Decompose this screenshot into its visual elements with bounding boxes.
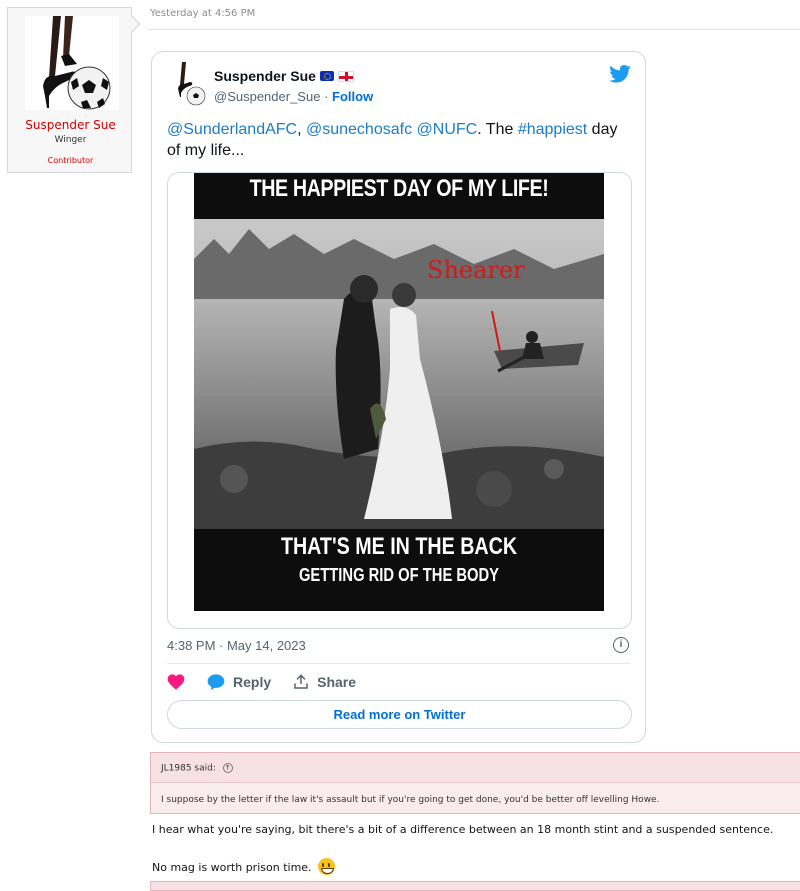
share-icon: [294, 674, 308, 689]
reply-label: Reply: [233, 674, 272, 690]
quote-block: JL1985 said: ↑ I suppose by the letter i…: [150, 752, 800, 814]
wedding-photo: [194, 219, 604, 529]
mention-link[interactable]: @SunderlandAFC: [167, 121, 297, 138]
hashtag-link[interactable]: #happiest: [518, 121, 587, 138]
meme-bottom-caption-1: THAT'S ME IN THE BACK: [280, 533, 518, 560]
avatar-image: [25, 16, 119, 110]
share-button[interactable]: Share: [293, 674, 356, 690]
tweet-text-part: . The: [477, 121, 518, 138]
user-card: Suspender Sue Winger Contributor: [7, 7, 141, 173]
tweet-text: @SunderlandAFC, @sunechosafc @NUFC. The …: [167, 119, 632, 161]
meme-bottom-caption-2: GETTING RID OF THE BODY: [298, 565, 500, 585]
post-divider: [148, 29, 800, 30]
mention-link[interactable]: @sunechosafc: [306, 121, 412, 138]
user-banner: Contributor: [47, 156, 94, 165]
card-arrow: [123, 15, 141, 33]
tweet-handle-row: @Suspender_Sue · Follow: [214, 89, 373, 104]
handle-separator: ·: [324, 89, 329, 104]
next-quote-block: [150, 881, 800, 891]
read-more-button[interactable]: Read more on Twitter: [167, 700, 632, 729]
tweet-display-name[interactable]: Suspender Sue: [214, 68, 354, 84]
tweet-media[interactable]: THE HAPPIEST DAY OF MY LIFE! Shearer THA…: [167, 172, 632, 629]
reply-button[interactable]: Reply: [207, 674, 271, 690]
tweet-date[interactable]: 4:38 PM · May 14, 2023: [167, 638, 306, 653]
mention-link[interactable]: @NUFC: [417, 121, 478, 138]
meme-image: THE HAPPIEST DAY OF MY LIFE! Shearer THA…: [194, 173, 604, 611]
share-label: Share: [317, 674, 357, 690]
message-line-2-text: No mag is worth prison time.: [152, 861, 312, 874]
reply-bubble-icon: [207, 674, 225, 690]
jump-up-icon[interactable]: ↑: [222, 763, 233, 773]
user-name[interactable]: Suspender Sue: [8, 118, 133, 132]
follow-button[interactable]: Follow: [332, 89, 373, 104]
eu-flag-icon: [319, 71, 334, 81]
tweet-embed: Suspender Sue @Suspender_Sue · Follow @S…: [151, 51, 646, 743]
tweet-avatar[interactable]: [172, 62, 208, 106]
tweet-actions: Reply Share: [167, 674, 378, 690]
tweet-avatar-image: [172, 62, 208, 106]
tweet-divider: [167, 663, 630, 664]
display-name-text: Suspender Sue: [214, 68, 316, 84]
quote-author[interactable]: JL1985 said:: [161, 764, 216, 774]
message-line-2: No mag is worth prison time.: [152, 858, 336, 875]
like-button[interactable]: [167, 674, 185, 690]
quote-header: JL1985 said: ↑: [151, 753, 800, 783]
post-timestamp[interactable]: Yesterday at 4:56 PM: [150, 8, 255, 19]
grinning-emoji-icon: [318, 858, 336, 875]
twitter-bird-icon[interactable]: [609, 65, 631, 83]
heart-icon: [167, 674, 185, 690]
message-line-1: I hear what you're saying, bit there's a…: [152, 823, 774, 836]
tweet-text-part: ,: [297, 121, 306, 138]
shearer-label: Shearer: [427, 256, 525, 284]
tweet-handle[interactable]: @Suspender_Sue: [214, 89, 320, 104]
user-title: Winger: [54, 135, 87, 145]
quote-text: I suppose by the letter if the law it's …: [161, 795, 660, 805]
england-flag-icon: [337, 70, 354, 82]
avatar[interactable]: [25, 16, 119, 110]
meme-top-caption: THE HAPPIEST DAY OF MY LIFE!: [249, 175, 549, 202]
info-icon[interactable]: i: [613, 637, 629, 653]
